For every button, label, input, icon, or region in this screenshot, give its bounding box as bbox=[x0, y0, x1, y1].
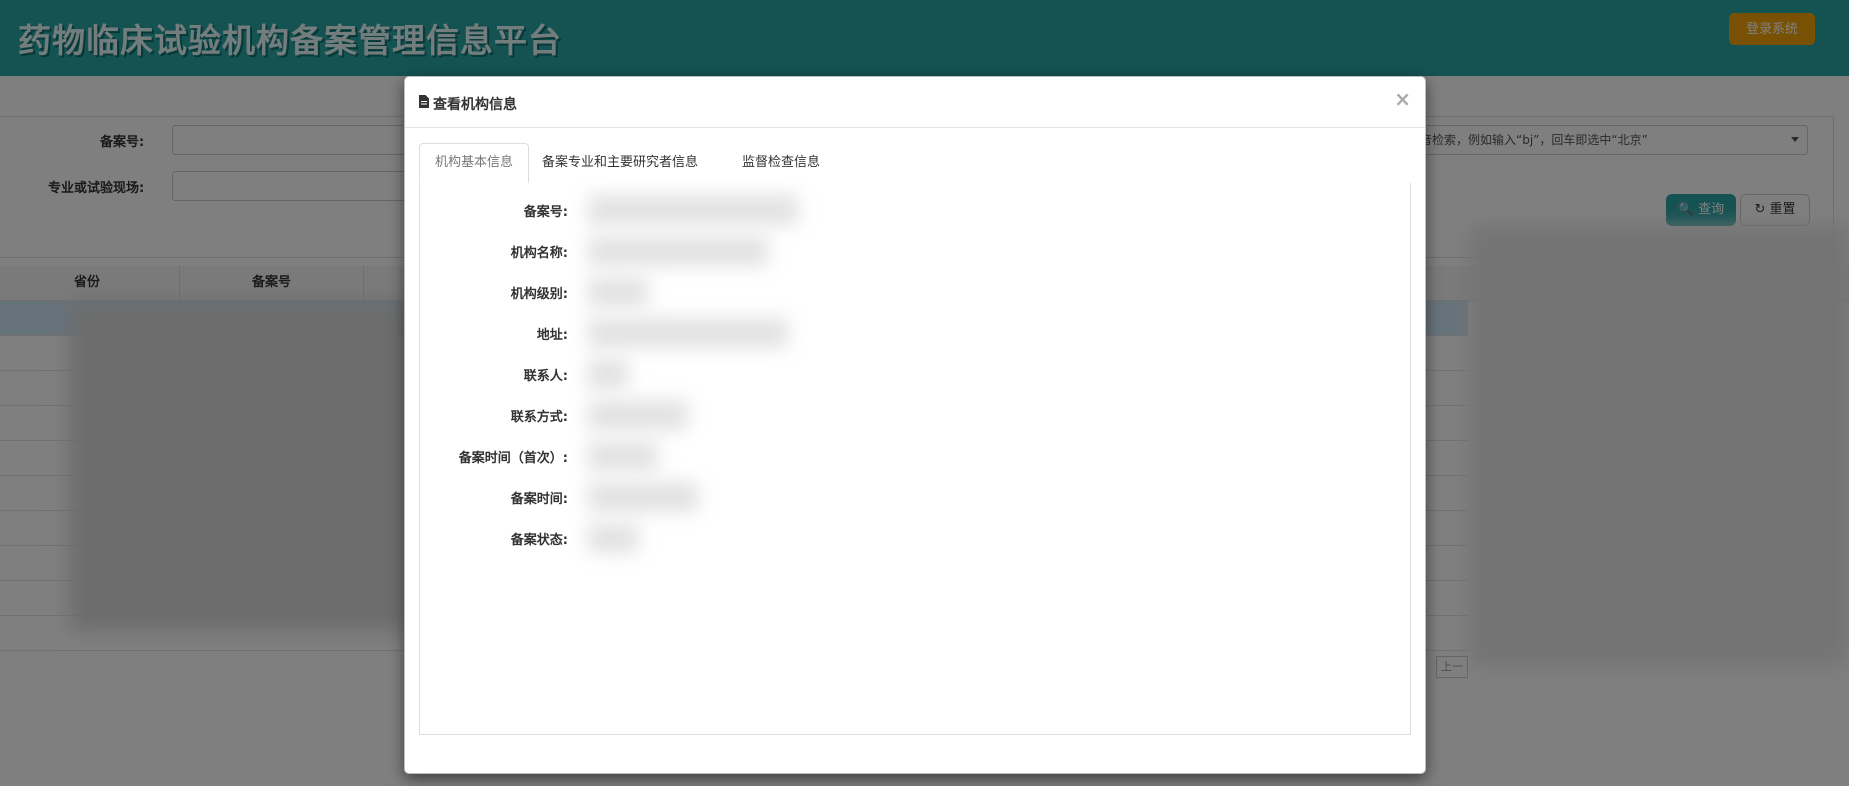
field-value-contact-method bbox=[588, 400, 688, 430]
field-value-institution-level bbox=[588, 277, 648, 307]
tab-specialty-investigators[interactable]: 备案专业和主要研究者信息 bbox=[527, 143, 713, 182]
institution-info-modal: 查看机构信息 × 机构基本信息 备案专业和主要研究者信息 监督检查信息 备案号:… bbox=[404, 76, 1426, 774]
tab-content-basic-info: 备案号: 机构名称: 机构级别: 地址: 联系人: 联系方式: 备案时间（首次）… bbox=[419, 183, 1411, 735]
field-label-institution-level: 机构级别: bbox=[510, 287, 568, 302]
field-value-record-no bbox=[588, 195, 798, 225]
field-label-contact-person: 联系人: bbox=[523, 369, 568, 384]
field-label-institution-name: 机构名称: bbox=[510, 246, 568, 261]
close-icon[interactable]: × bbox=[1394, 89, 1411, 109]
field-label-contact-method: 联系方式: bbox=[510, 410, 568, 425]
tab-inspection-info[interactable]: 监督检查信息 bbox=[727, 143, 835, 182]
field-value-record-time bbox=[588, 482, 698, 512]
field-label-record-status: 备案状态: bbox=[510, 533, 568, 548]
tab-basic-info[interactable]: 机构基本信息 bbox=[419, 143, 530, 183]
field-value-institution-name bbox=[588, 236, 768, 266]
field-label-record-no: 备案号: bbox=[523, 205, 568, 220]
field-label-record-time: 备案时间: bbox=[510, 492, 568, 507]
field-value-address bbox=[588, 318, 788, 348]
document-icon bbox=[419, 95, 429, 108]
field-value-record-status bbox=[588, 523, 638, 553]
field-value-first-record-time bbox=[588, 441, 658, 471]
field-value-contact-person bbox=[588, 359, 628, 389]
modal-title: 查看机构信息 bbox=[433, 97, 517, 113]
field-label-first-record-time: 备案时间（首次）: bbox=[458, 451, 568, 466]
field-label-address: 地址: bbox=[536, 328, 568, 343]
tab-bar: 机构基本信息 备案专业和主要研究者信息 监督检查信息 bbox=[419, 143, 1409, 184]
modal-header: 查看机构信息 × bbox=[405, 77, 1425, 128]
